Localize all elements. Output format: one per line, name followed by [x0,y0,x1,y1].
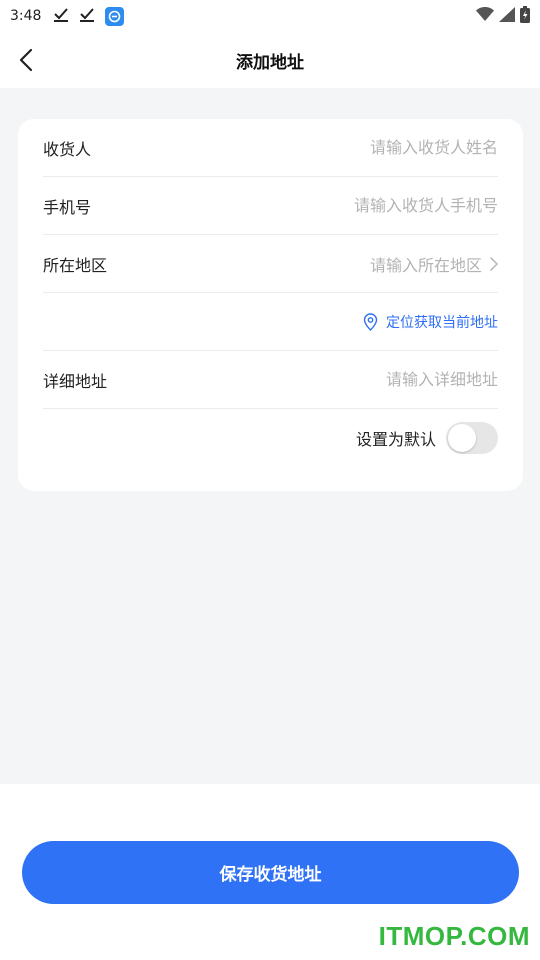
location-pin-icon [363,312,378,331]
back-button[interactable] [12,46,40,74]
region-picker[interactable]: 请输入所在地区 [153,252,498,276]
recipient-input[interactable] [153,138,498,157]
locate-row: 定位获取当前地址 [43,293,498,351]
signal-icon [499,6,515,26]
region-label: 所在地区 [43,255,108,275]
detail-input[interactable] [153,370,498,389]
battery-charging-icon [520,5,530,27]
app-notification-icon [105,6,125,26]
save-address-button[interactable]: 保存收货地址 [22,841,519,904]
page-title: 添加地址 [236,52,304,73]
default-toggle[interactable] [446,422,498,454]
chevron-left-icon [19,48,33,72]
wifi-icon [476,7,494,25]
locate-current-address-button[interactable]: 定位获取当前地址 [363,312,498,332]
download-done-icon [53,6,69,26]
toggle-knob [448,424,476,452]
screen: 3:48 添加地址 收货人 请输入收货人姓名 手机号 请输入收货人手机号 所在地… [0,0,540,960]
phone-label: 手机号 [43,197,92,217]
recipient-label: 收货人 [43,139,92,159]
phone-row: 手机号 [43,177,498,235]
watermark: ITMOP.COM [378,921,530,951]
bottom-bar: 保存收货地址 ITMOP.COM [0,784,540,960]
status-time: 3:48 [10,8,42,24]
app-header: 添加地址 [0,32,540,88]
default-label: 设置为默认 [355,430,436,449]
status-right-icons [476,5,530,27]
chevron-right-icon [490,256,498,271]
detail-row: 详细地址 [43,351,498,409]
address-form-card: 收货人 手机号 所在地区 请输入所在地区 定位获取当前地址 [18,119,523,491]
region-placeholder: 请输入所在地区 [369,255,482,275]
locate-label: 定位获取当前地址 [386,314,498,331]
phone-input[interactable] [153,196,498,215]
recipient-row: 收货人 [43,119,498,177]
default-row: 设置为默认 [43,409,498,467]
status-bar: 3:48 [0,0,540,32]
download-done-icon [79,6,95,26]
detail-label: 详细地址 [43,371,108,391]
region-row: 所在地区 请输入所在地区 [43,235,498,293]
